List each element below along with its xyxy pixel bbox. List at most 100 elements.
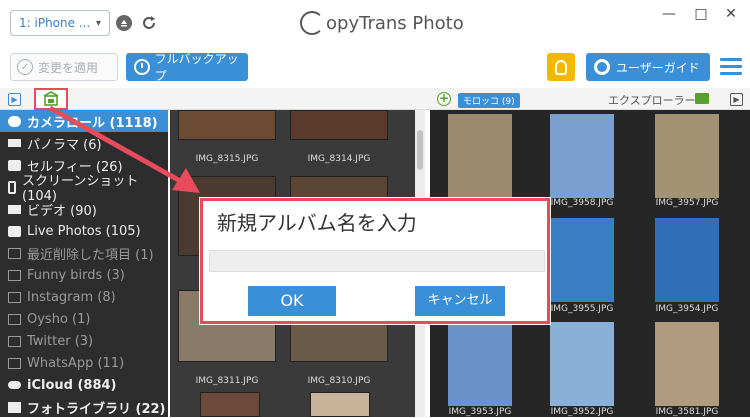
sidebar-item-icloud[interactable]: iCloud (884) xyxy=(0,374,168,396)
photo-thumbnail[interactable] xyxy=(290,110,388,140)
photo-caption: IMG_8311.JPG xyxy=(195,376,259,386)
new-album-dialog: 新規アルバム名を入力 OK キャンセル xyxy=(200,198,550,324)
album-icon xyxy=(8,247,21,259)
live-photos-icon xyxy=(8,225,21,237)
history-icon xyxy=(134,59,150,75)
photo-thumbnail[interactable] xyxy=(448,322,512,406)
sidebar-item-oysho[interactable]: Oysho (1) xyxy=(0,308,168,330)
photo-caption: IMG_3954.JPG xyxy=(655,304,719,314)
photo-caption: IMG_3581.JPG xyxy=(655,407,719,417)
minimize-button[interactable]: — xyxy=(656,4,682,24)
apply-changes-button[interactable]: ✓ 変更を適用 xyxy=(10,53,118,81)
photo-thumbnail[interactable] xyxy=(310,392,370,417)
full-backup-button[interactable]: フルバックアップ xyxy=(126,52,248,83)
full-backup-label: フルバックアップ xyxy=(154,52,239,83)
new-album-button[interactable] xyxy=(34,88,68,110)
chevron-down-icon: ▾ xyxy=(95,17,101,29)
collapse-right-icon[interactable]: ▶ xyxy=(730,93,743,106)
sidebar: カメラロール (1118) パノラマ (6) セルフィー (26) スクリーンシ… xyxy=(0,110,168,417)
photo-thumbnail[interactable] xyxy=(550,114,614,198)
sidebar-item-label: iCloud (884) xyxy=(27,377,117,393)
device-select[interactable]: 1: iPhone ... ▾ xyxy=(10,10,110,36)
scrollbar-thumb[interactable] xyxy=(417,130,423,170)
screenshot-icon xyxy=(8,180,16,194)
sidebar-item-label: カメラロール (1118) xyxy=(27,115,158,131)
hamburger-menu-icon[interactable] xyxy=(720,58,742,76)
sidebar-item-label: Oysho (1) xyxy=(27,311,91,327)
photo-thumbnail[interactable] xyxy=(200,392,260,417)
photo-caption: IMG_3955.JPG xyxy=(550,304,614,314)
album-icon xyxy=(8,335,21,347)
sidebar-item-whatsapp[interactable]: WhatsApp (11) xyxy=(0,352,168,374)
folder-icon[interactable] xyxy=(695,93,709,104)
sidebar-item-live-photos[interactable]: Live Photos (105) xyxy=(0,220,168,242)
photo-caption: IMG_8315.JPG xyxy=(195,154,259,164)
video-icon xyxy=(8,204,21,214)
add-album-icon xyxy=(43,91,59,106)
user-guide-label: ユーザーガイド xyxy=(616,60,700,75)
album-icon xyxy=(8,291,21,303)
add-icon[interactable]: + xyxy=(437,92,451,106)
lifebuoy-icon xyxy=(594,59,610,75)
cancel-button[interactable]: キャンセル xyxy=(415,286,505,316)
device-label: 1: iPhone ... xyxy=(19,16,91,30)
photo-thumbnail[interactable] xyxy=(448,114,512,198)
sidebar-item-label: ビデオ (90) xyxy=(27,203,97,219)
photo-caption: IMG_3957.JPG xyxy=(655,198,719,208)
camera-roll-icon xyxy=(8,115,21,127)
dialog-title: 新規アルバム名を入力 xyxy=(217,211,417,235)
sidebar-item-label: パノラマ (6) xyxy=(27,137,102,153)
sidebar-item-video[interactable]: ビデオ (90) xyxy=(0,198,168,220)
sidebar-item-instagram[interactable]: Instagram (8) xyxy=(0,286,168,308)
copytrans-logo-icon xyxy=(300,11,324,35)
sidebar-item-twitter[interactable]: Twitter (3) xyxy=(0,330,168,352)
sidebar-item-label: Funny birds (3) xyxy=(27,267,125,283)
close-button[interactable]: ✕ xyxy=(718,4,744,24)
photo-thumbnail[interactable] xyxy=(655,114,719,198)
photo-thumbnail[interactable] xyxy=(655,322,719,406)
panorama-icon xyxy=(8,139,21,147)
photo-thumbnail[interactable] xyxy=(655,218,719,302)
apply-changes-label: 変更を適用 xyxy=(38,60,99,75)
sidebar-item-camera-roll[interactable]: カメラロール (1118) xyxy=(0,110,168,132)
sidebar-item-photo-library[interactable]: フォトライブラリ (22) xyxy=(0,396,168,418)
photo-caption: IMG_3952.JPG xyxy=(550,407,614,417)
user-guide-button[interactable]: ユーザーガイド xyxy=(586,53,710,81)
sidebar-item-recently-deleted[interactable]: 最近削除した項目 (1) xyxy=(0,242,168,264)
tips-button[interactable] xyxy=(547,53,575,81)
album-icon xyxy=(8,357,21,369)
photo-caption: IMG_8310.JPG xyxy=(307,376,371,386)
sidebar-item-screenshot[interactable]: スクリーンショット (104) xyxy=(0,174,168,204)
collapse-left-icon[interactable]: ▶ xyxy=(8,93,21,106)
explorer-label[interactable]: エクスプローラー xyxy=(608,92,696,108)
photo-caption: IMG_8314.JPG xyxy=(307,154,371,164)
album-icon xyxy=(8,313,21,325)
photo-thumbnail[interactable] xyxy=(550,322,614,406)
sidebar-item-funny-birds[interactable]: Funny birds (3) xyxy=(0,264,168,286)
sidebar-item-label: フォトライブラリ (22) xyxy=(27,401,166,417)
eject-icon[interactable] xyxy=(116,15,132,31)
cloud-icon xyxy=(8,381,21,389)
sidebar-item-label: 最近削除した項目 (1) xyxy=(27,247,154,263)
lightbulb-icon xyxy=(555,59,567,75)
sidebar-item-label: Live Photos (105) xyxy=(27,223,141,239)
maximize-button[interactable]: □ xyxy=(688,4,714,24)
album-icon xyxy=(8,269,21,281)
sidebar-item-label: Twitter (3) xyxy=(27,333,94,349)
selfie-icon xyxy=(8,159,21,171)
refresh-icon[interactable] xyxy=(140,14,158,32)
ok-button[interactable]: OK xyxy=(248,286,336,316)
app-title-text: opyTrans Photo xyxy=(326,12,464,34)
sidebar-item-label: WhatsApp (11) xyxy=(27,355,125,371)
photo-caption: IMG_3958.JPG xyxy=(550,198,614,208)
photo-thumbnail[interactable] xyxy=(178,110,276,140)
photo-thumbnail[interactable] xyxy=(550,218,614,302)
photo-library-icon xyxy=(8,401,21,413)
sidebar-item-label: Instagram (8) xyxy=(27,289,116,305)
photo-caption: IMG_3953.JPG xyxy=(448,407,512,417)
sidebar-item-panorama[interactable]: パノラマ (6) xyxy=(0,132,168,154)
check-circle-icon: ✓ xyxy=(17,59,33,75)
album-tag[interactable]: モロッコ (9) xyxy=(458,93,520,108)
app-title: CopyTrans Photo xyxy=(300,10,464,36)
album-name-input[interactable] xyxy=(209,250,545,272)
